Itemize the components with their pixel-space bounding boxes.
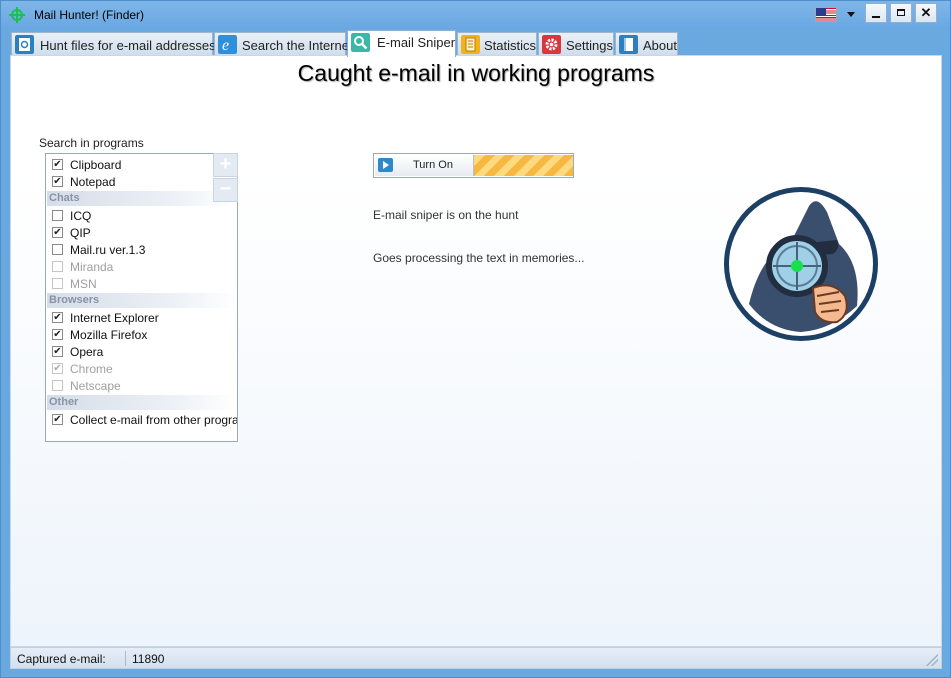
language-flag-icon[interactable] (815, 7, 837, 22)
list-item[interactable]: ICQ (46, 208, 237, 225)
checkbox-notepad[interactable]: ✔ (52, 176, 63, 187)
checkbox-msn (52, 278, 63, 289)
detective-magnifier-icon (724, 187, 878, 341)
list-item[interactable]: ✔ Opera (46, 344, 237, 361)
checkbox-internet-explorer[interactable]: ✔ (52, 312, 63, 323)
turn-on-label: Turn On (413, 159, 453, 171)
status-bar: Captured e-mail: 11890 (10, 647, 942, 669)
resize-grip-icon[interactable] (926, 654, 938, 666)
turn-on-button[interactable]: Turn On (375, 155, 474, 176)
checkbox-miranda (52, 261, 63, 272)
minimize-button[interactable] (865, 3, 887, 23)
processing-status-text: Goes processing the text in memories... (373, 251, 585, 265)
status-separator (125, 651, 126, 666)
checkbox-chrome: ✔ (52, 363, 63, 374)
checkbox-mailru[interactable] (52, 244, 63, 255)
captured-email-label: Captured e-mail: (17, 652, 106, 666)
close-icon: ✕ (920, 5, 932, 20)
group-header-chats: Chats (47, 191, 237, 206)
list-item[interactable]: ✔ Mozilla Firefox (46, 327, 237, 344)
checkbox-icq[interactable] (52, 210, 63, 221)
tab-label: Search the Internet (242, 38, 353, 53)
activity-indicator (474, 155, 573, 176)
list-item: MSN (46, 276, 237, 293)
tab-label: Statistics (484, 38, 537, 53)
play-icon (378, 158, 393, 172)
maximize-button[interactable] (890, 3, 912, 23)
checkbox-opera[interactable]: ✔ (52, 346, 63, 357)
app-window: Mail Hunter! (Finder) ✕ Hunt files for e… (0, 0, 951, 678)
list-item[interactable]: ✔ QIP (46, 225, 237, 242)
page-title: Caught e-mail in working programs (297, 60, 655, 86)
list-item: ✔ Chrome (52, 362, 113, 376)
app-logo-icon (9, 7, 25, 23)
email-sniper-panel: Caught e-mail in working programs Search… (10, 55, 942, 647)
magnifier-icon (351, 33, 370, 52)
tab-label: About (643, 38, 677, 53)
title-bar[interactable]: Mail Hunter! (Finder) ✕ (1, 1, 950, 29)
captured-email-count: 11890 (132, 652, 165, 666)
tab-about[interactable]: About (615, 32, 678, 56)
tab-settings[interactable]: Settings (538, 32, 614, 56)
tab-hunt-files[interactable]: Hunt files for e-mail addresses (11, 32, 216, 56)
list-item[interactable]: ✔ Internet Explorer (46, 310, 237, 327)
window-title: Mail Hunter! (Finder) (34, 8, 145, 22)
group-header-browsers: Browsers (47, 293, 237, 308)
language-dropdown-icon[interactable] (847, 12, 855, 17)
list-item[interactable]: ✔ Notepad (46, 174, 237, 191)
document-icon (15, 35, 34, 54)
statistics-icon (461, 35, 480, 54)
group-header-other: Other (47, 395, 237, 410)
gear-icon (542, 35, 561, 54)
search-in-programs-label: Search in programs (39, 136, 144, 150)
list-item: Miranda (46, 259, 237, 276)
list-item[interactable]: Mail.ru ver.1.3 (46, 242, 237, 259)
tab-statistics[interactable]: Statistics (457, 32, 537, 56)
checkbox-netscape (52, 380, 63, 391)
sniper-toggle[interactable]: Turn On (373, 153, 574, 178)
add-program-button[interactable]: + (213, 153, 238, 177)
checkbox-qip[interactable]: ✔ (52, 227, 63, 238)
list-item: Netscape (46, 378, 237, 395)
list-item[interactable]: ✔ Clipboard (46, 157, 237, 174)
close-button[interactable]: ✕ (915, 3, 937, 23)
programs-list[interactable]: ✔ Clipboard ✔ Notepad Chats ICQ ✔ QIP Mail.… (45, 153, 238, 442)
internet-explorer-icon: e (218, 35, 237, 54)
checkbox-firefox[interactable]: ✔ (52, 329, 63, 340)
tab-label: E-mail Sniper (377, 35, 456, 50)
checkbox-other-programs[interactable]: ✔ (52, 414, 63, 425)
remove-program-button[interactable]: − (213, 178, 238, 202)
sniper-status-text: E-mail sniper is on the hunt (373, 208, 519, 222)
checkbox-clipboard[interactable]: ✔ (52, 159, 63, 170)
tab-label: Hunt files for e-mail addresses (40, 38, 216, 53)
book-icon (619, 35, 638, 54)
svg-text:e: e (222, 37, 229, 54)
tab-email-sniper[interactable]: E-mail Sniper (347, 30, 456, 57)
tab-search-internet[interactable]: e Search the Internet (214, 32, 353, 56)
tab-label: Settings (566, 38, 613, 53)
list-item[interactable]: ✔ Collect e-mail from other programs (46, 412, 237, 429)
